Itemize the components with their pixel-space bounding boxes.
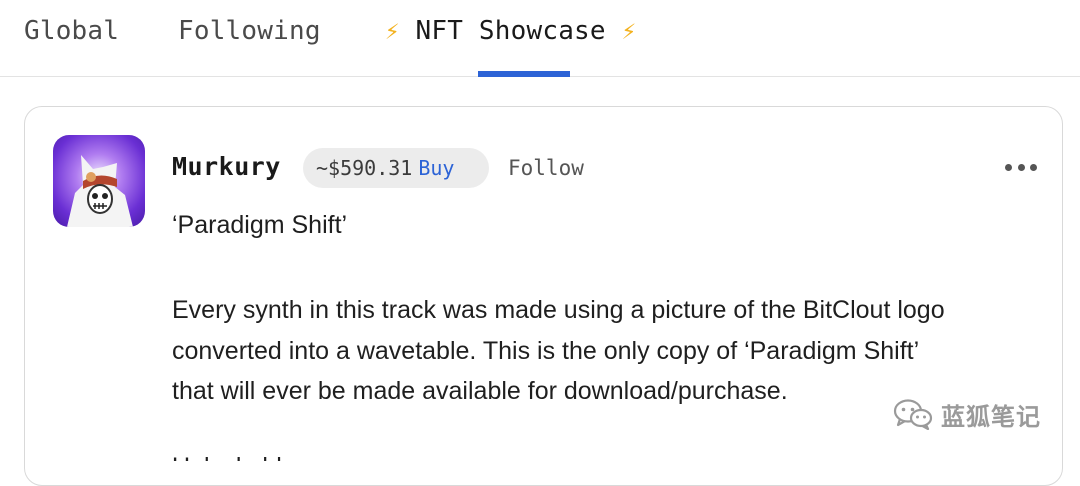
dot (1017, 163, 1025, 171)
post-title: ‘Paradigm Shift’ (172, 211, 348, 239)
coin-price: ~$590.31 (316, 156, 413, 180)
post-body-cutoff-line: Unlockable (172, 450, 322, 461)
creator-coin-pill[interactable]: ~$590.31 Buy (303, 148, 489, 188)
lightning-bolt-icon: ⚡ (385, 17, 400, 45)
tab-nft-showcase[interactable]: ⚡ NFT Showcase ⚡ (385, 14, 636, 48)
buy-button[interactable]: Buy (418, 156, 454, 180)
dot (1005, 163, 1012, 171)
tab-nft-showcase-label: NFT Showcase (415, 16, 606, 46)
watermark: 蓝狐笔记 (893, 396, 1041, 432)
tab-following[interactable]: Following (178, 14, 321, 48)
post-body-line: Every synth in this track was made using… (172, 296, 945, 324)
tab-global[interactable]: Global (24, 14, 119, 48)
dot (1030, 163, 1037, 171)
post-username[interactable]: Murkury (172, 151, 281, 183)
watermark-text: 蓝狐笔记 (941, 402, 1041, 431)
avatar[interactable] (53, 135, 145, 227)
active-tab-indicator (478, 71, 570, 77)
more-options-icon[interactable] (1005, 156, 1037, 178)
lightning-bolt-icon: ⚡ (621, 17, 637, 45)
feed-tabs: Global Following ⚡ NFT Showcase ⚡ (0, 0, 1080, 77)
wechat-icon (893, 399, 933, 430)
post-body-line: converted into a wavetable. This is the … (172, 336, 920, 365)
follow-button[interactable]: Follow (508, 152, 584, 184)
post-body: Every synth in this track was made using… (172, 290, 1032, 412)
